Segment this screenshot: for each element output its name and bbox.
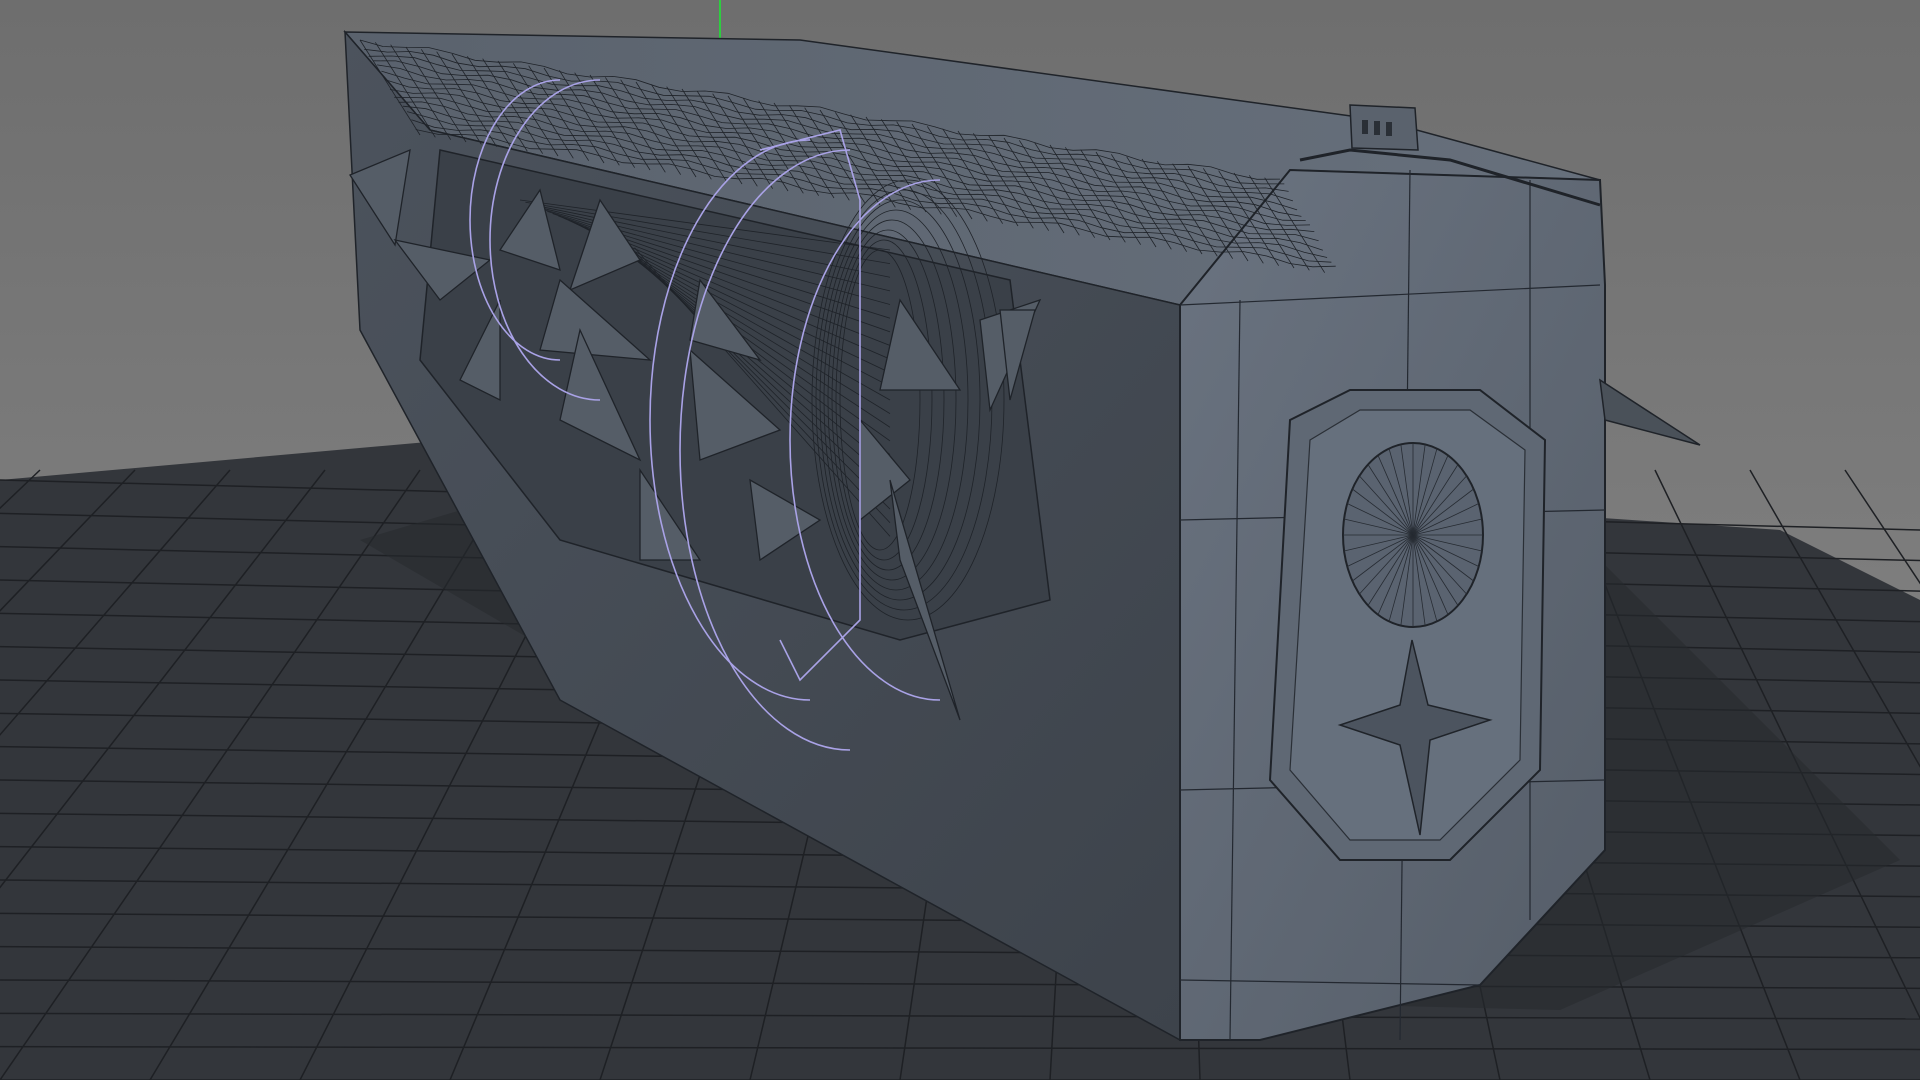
3d-viewport[interactable] xyxy=(0,0,1920,1080)
emblem-radial-disc xyxy=(1342,442,1484,628)
viewport-scene[interactable] xyxy=(0,0,1920,1080)
